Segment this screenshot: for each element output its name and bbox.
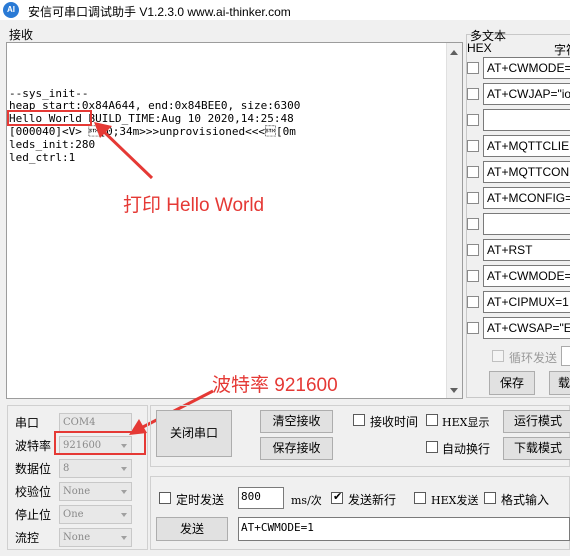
receive-scrollbar[interactable] <box>446 43 462 398</box>
send-newline-checkbox[interactable] <box>331 490 343 504</box>
flow-label: 流控 <box>15 531 40 545</box>
interval-unit: ms/次 <box>291 494 322 507</box>
multi-text-input[interactable]: AT+RST <box>483 239 570 261</box>
port-label: 串口 <box>15 416 40 430</box>
loop-send-label: 循环发送 <box>509 351 558 365</box>
download-mode-button[interactable]: 下载模式 <box>503 437 570 460</box>
parity-select[interactable]: None <box>59 482 132 501</box>
format-input-checkbox[interactable] <box>484 492 496 504</box>
databits-select[interactable]: 8 <box>59 459 132 478</box>
stopbits-value: One <box>63 509 84 520</box>
save-multi-button[interactable]: 保存 <box>489 371 535 395</box>
hex-send-label: HEX发送 <box>431 494 479 507</box>
databits-value: 8 <box>63 463 70 474</box>
save-receive-button[interactable]: 保存接收 <box>260 437 333 460</box>
receive-time-label: 接收时间 <box>370 415 419 429</box>
multi-hex-checkbox[interactable] <box>467 270 479 282</box>
multi-hex-checkbox[interactable] <box>467 166 479 178</box>
auto-newline-label: 自动换行 <box>442 442 491 456</box>
receive-line: leds_init:280 <box>9 138 96 151</box>
close-port-button[interactable]: 关闭串口 <box>156 410 232 457</box>
multi-text-input[interactable]: AT+CWJAP="iot <box>483 83 570 105</box>
hex-send-checkbox[interactable] <box>414 492 426 504</box>
annotation-arrow-icon <box>94 122 154 180</box>
annotation-baud-label: 波特率 921600 <box>212 375 338 396</box>
chevron-down-icon <box>121 490 127 494</box>
multi-text-input[interactable]: AT+CIPMUX=1 <box>483 291 570 313</box>
window-title: 安信可串口调试助手 V1.2.3.0 www.ai-thinker.com <box>28 5 291 19</box>
chevron-down-icon <box>121 467 127 471</box>
stopbits-select[interactable]: One <box>59 505 132 524</box>
multi-text-input[interactable]: AT+CWMODE=1 <box>483 57 570 79</box>
receive-label: 接收 <box>9 28 34 42</box>
multi-hex-checkbox[interactable] <box>467 114 479 126</box>
multi-text-input[interactable]: AT+MQTTCONN <box>483 161 570 183</box>
multi-text-input[interactable]: AT+MQTTCLIEN <box>483 135 570 157</box>
multi-hex-checkbox[interactable] <box>467 192 479 204</box>
auto-newline-checkbox[interactable] <box>426 441 438 453</box>
column-char: 字符 <box>554 43 570 57</box>
timed-send-label: 定时发送 <box>176 493 225 507</box>
chevron-down-icon <box>121 536 127 540</box>
hello-world-highlight <box>7 110 92 126</box>
send-input[interactable]: AT+CWMODE=1 <box>238 517 570 541</box>
loop-interval-input[interactable] <box>561 346 570 366</box>
receive-line: led_ctrl:1 <box>9 151 76 164</box>
databits-label: 数据位 <box>15 462 52 476</box>
multi-text-input[interactable]: AT+CWMODE= <box>483 265 570 287</box>
hex-display-label: HEX显示 <box>442 416 490 429</box>
multi-hex-checkbox[interactable] <box>467 62 479 74</box>
run-mode-button[interactable]: 运行模式 <box>503 410 570 433</box>
app-logo-icon: AI <box>3 2 19 18</box>
load-multi-button[interactable]: 载 <box>549 371 570 395</box>
scroll-down-icon[interactable] <box>450 388 458 393</box>
annotation-print-label: 打印 Hello World <box>123 195 265 216</box>
multi-hex-checkbox[interactable] <box>467 244 479 256</box>
multi-hex-checkbox[interactable] <box>467 218 479 230</box>
multi-text-input[interactable] <box>483 109 570 131</box>
send-newline-label: 发送新行 <box>348 493 397 507</box>
multi-hex-checkbox[interactable] <box>467 322 479 334</box>
format-input-label: 格式输入 <box>501 493 550 507</box>
column-hex: HEX <box>467 41 492 55</box>
multi-hex-checkbox[interactable] <box>467 296 479 308</box>
baud-label: 波特率 <box>15 439 52 453</box>
parity-value: None <box>63 486 91 497</box>
multi-hex-checkbox[interactable] <box>467 140 479 152</box>
send-button[interactable]: 发送 <box>156 517 228 541</box>
receive-time-checkbox[interactable] <box>353 414 365 426</box>
multi-text-input[interactable]: AT+MCONFIG= <box>483 187 570 209</box>
scroll-up-icon[interactable] <box>450 50 458 55</box>
baud-highlight <box>54 431 146 455</box>
chevron-down-icon <box>121 513 127 517</box>
port-select[interactable]: COM4 <box>59 413 132 432</box>
loop-send-checkbox[interactable] <box>492 350 504 362</box>
flow-select[interactable]: None <box>59 528 132 547</box>
flow-value: None <box>63 532 91 543</box>
interval-input[interactable]: 800 <box>238 487 284 509</box>
clear-receive-button[interactable]: 清空接收 <box>260 410 333 433</box>
parity-label: 校验位 <box>15 485 52 499</box>
multi-hex-checkbox[interactable] <box>467 88 479 100</box>
multi-text-input[interactable] <box>483 213 570 235</box>
stopbits-label: 停止位 <box>15 508 52 522</box>
timed-send-checkbox[interactable] <box>159 492 171 504</box>
hex-display-checkbox[interactable] <box>426 414 438 426</box>
multi-text-input[interactable]: AT+CWSAP="ES <box>483 317 570 339</box>
